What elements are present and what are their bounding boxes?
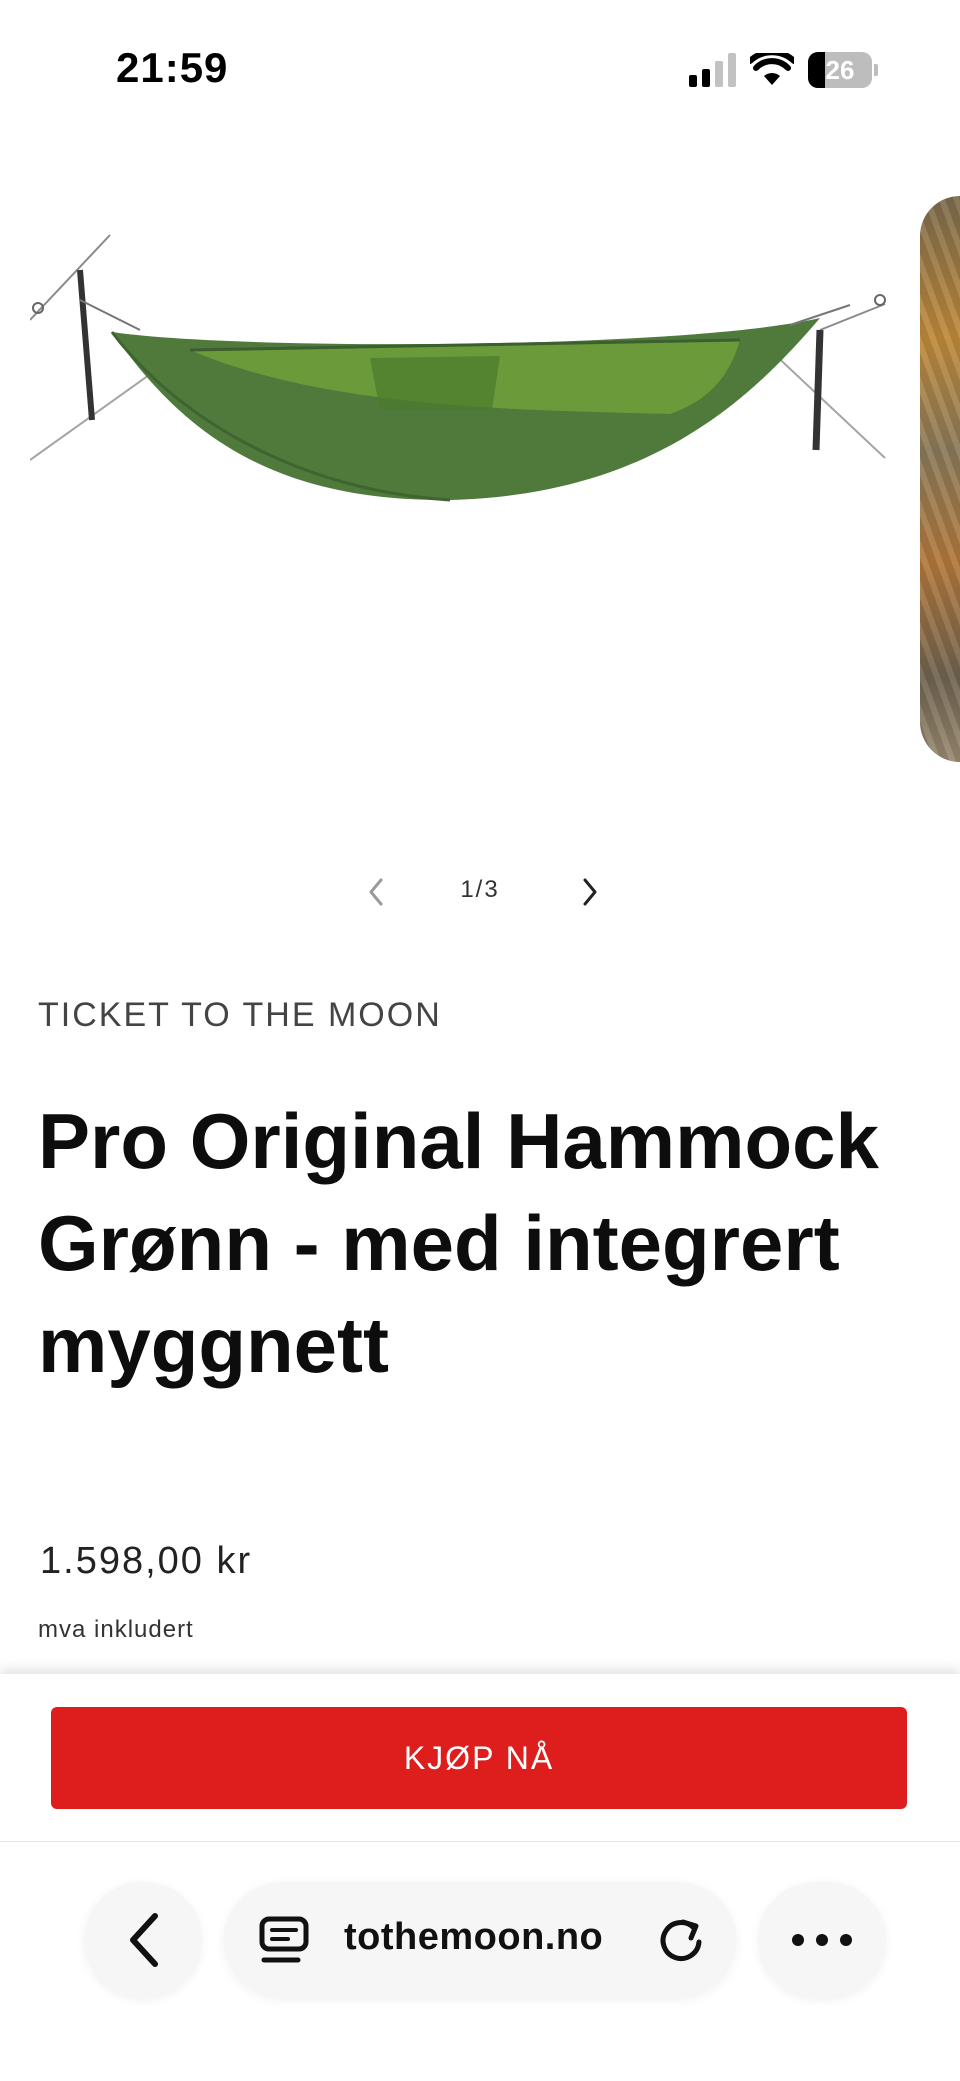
chevron-left-icon: [369, 878, 383, 906]
page-menu-icon[interactable]: [258, 1916, 312, 1966]
status-time: 21:59: [116, 44, 229, 91]
forest-hammock-image[interactable]: [920, 196, 960, 762]
sticky-buy-bar: KJØP NÅ: [0, 1674, 960, 1842]
product-gallery[interactable]: [0, 160, 960, 800]
tax-note: mva inkludert: [38, 1616, 194, 1643]
product-vendor: TICKET TO THE MOON: [38, 996, 442, 1034]
browser-toolbar: tothemoon.no: [0, 1842, 960, 2081]
url-domain: tothemoon.no: [344, 1916, 604, 1958]
status-bar: 21:59 26: [0, 0, 960, 140]
chevron-right-icon: [583, 878, 597, 906]
battery-level: 26: [825, 54, 855, 85]
buy-now-button[interactable]: KJØP NÅ: [51, 1707, 907, 1809]
next-slide-button[interactable]: [570, 870, 610, 914]
more-button[interactable]: [758, 1882, 886, 1998]
more-icon: [792, 1934, 804, 1946]
previous-slide-button[interactable]: [356, 870, 396, 914]
slide-counter: 1/3: [460, 876, 500, 903]
gallery-pager: 1/3: [0, 868, 960, 918]
more-icon: [840, 1934, 852, 1946]
green-hammock-image[interactable]: [30, 200, 890, 670]
status-icons: 26: [689, 52, 878, 88]
product-title: Pro Original Hammock Grønn - med integre…: [38, 1097, 879, 1389]
back-button[interactable]: [84, 1882, 202, 1998]
chevron-left-icon: [130, 1913, 158, 1967]
address-bar[interactable]: tothemoon.no: [224, 1882, 736, 1998]
battery-icon: 26: [808, 52, 872, 88]
product-price: 1.598,00 kr: [40, 1540, 253, 1582]
more-icon: [816, 1934, 828, 1946]
cellular-signal-icon: [689, 53, 736, 87]
reload-icon[interactable]: [656, 1914, 706, 1966]
battery-cap: [874, 64, 878, 76]
wifi-icon: [750, 53, 794, 85]
